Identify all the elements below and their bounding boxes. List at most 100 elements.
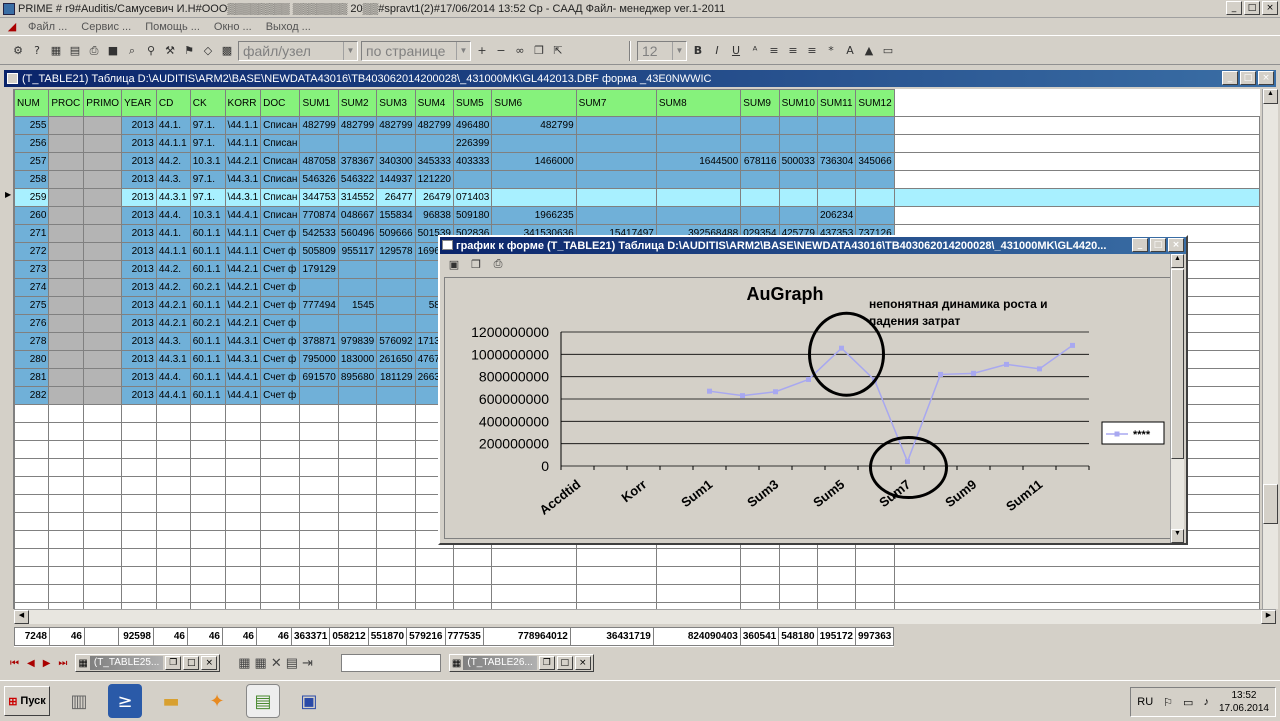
empty-cell[interactable]: [893, 134, 1260, 153]
table-cell[interactable]: \44.3.1: [224, 188, 262, 207]
empty-cell[interactable]: [376, 440, 416, 459]
table-cell[interactable]: [48, 152, 85, 171]
empty-cell[interactable]: [816, 566, 857, 585]
table-row[interactable]: 259 2013 44.3.1 97.1. \44.3.1 Списан 344753 314…: [14, 188, 1260, 207]
empty-cell[interactable]: [337, 440, 378, 459]
table-cell[interactable]: 60.1.1: [189, 368, 226, 387]
minimize-button[interactable]: _: [1226, 1, 1242, 15]
table-cell[interactable]: 44.3.: [155, 170, 191, 189]
empty-cell[interactable]: [121, 404, 157, 423]
empty-cell[interactable]: [337, 404, 378, 423]
minus-icon[interactable]: −: [493, 43, 509, 59]
table-cell[interactable]: [816, 116, 857, 135]
empty-cell[interactable]: [893, 206, 1260, 225]
menu-service[interactable]: Сервис ...: [75, 21, 137, 33]
empty-cell[interactable]: [452, 566, 493, 585]
scroll-right-icon[interactable]: ▶: [1261, 610, 1276, 624]
align-center-icon[interactable]: ≡: [785, 43, 801, 59]
menu-exit[interactable]: Выход ...: [260, 21, 317, 33]
empty-cell[interactable]: [121, 584, 157, 603]
graph-vertical-scrollbar[interactable]: ▲ ▼: [1170, 254, 1184, 543]
scroll-thumb[interactable]: [1171, 269, 1184, 459]
empty-cell[interactable]: [83, 440, 123, 459]
empty-cell[interactable]: [778, 566, 818, 585]
table-cell[interactable]: 60.1.1: [189, 260, 226, 279]
page-combo[interactable]: по странице ▼: [361, 40, 471, 61]
table-cell[interactable]: 2013: [121, 242, 157, 261]
table-cell[interactable]: [299, 314, 339, 333]
column-header-proc[interactable]: PROC: [48, 89, 85, 117]
powershell-icon[interactable]: ≥: [108, 684, 142, 718]
table-row[interactable]: [14, 584, 1260, 603]
menu-window[interactable]: Окно ...: [208, 21, 258, 33]
empty-cell[interactable]: [893, 152, 1260, 171]
empty-cell[interactable]: [155, 530, 191, 549]
table-cell[interactable]: 546326: [299, 170, 339, 189]
table-cell[interactable]: 261650: [376, 350, 416, 369]
empty-cell[interactable]: [121, 476, 157, 495]
table-cell[interactable]: 795000: [299, 350, 339, 369]
column-header-sum2[interactable]: SUM2: [337, 89, 378, 117]
empty-cell[interactable]: [299, 440, 339, 459]
table-cell[interactable]: 44.4.1: [155, 386, 191, 405]
table-cell[interactable]: 505809: [299, 242, 339, 261]
empty-cell[interactable]: [121, 494, 157, 513]
empty-cell[interactable]: [83, 422, 123, 441]
table-cell[interactable]: 206234: [816, 206, 857, 225]
table-cell[interactable]: 2013: [121, 224, 157, 243]
empty-cell[interactable]: [855, 548, 895, 567]
chevron-down-icon[interactable]: ▼: [343, 41, 357, 60]
child-minimize-button[interactable]: _: [1222, 71, 1238, 85]
table-cell[interactable]: [816, 188, 857, 207]
table-cell[interactable]: Списан: [260, 170, 301, 189]
table-cell[interactable]: [376, 278, 416, 297]
settings-icon[interactable]: ⚙: [10, 43, 26, 59]
table-cell[interactable]: [83, 296, 123, 315]
column-header-sum11[interactable]: SUM11: [816, 89, 857, 117]
table-cell[interactable]: [575, 206, 657, 225]
table-cell[interactable]: 26479: [414, 188, 454, 207]
table-row[interactable]: 258 2013 44.3. 97.1. \44.3.1 Списан 546326 5463…: [14, 170, 1260, 189]
table-cell[interactable]: 44.2.: [155, 260, 191, 279]
empty-cell[interactable]: [48, 566, 85, 585]
empty-cell[interactable]: [740, 584, 780, 603]
column-header-sum9[interactable]: SUM9: [740, 89, 780, 117]
table-cell[interactable]: 2013: [121, 134, 157, 153]
table-cell[interactable]: [48, 278, 85, 297]
menu-help[interactable]: Помощь ...: [139, 21, 206, 33]
empty-cell[interactable]: [893, 566, 1260, 585]
table-cell[interactable]: [83, 278, 123, 297]
empty-cell[interactable]: [376, 476, 416, 495]
empty-cell[interactable]: [189, 512, 226, 531]
table-cell[interactable]: \44.2.1: [224, 260, 262, 279]
table-cell[interactable]: 60.1.1: [189, 332, 226, 351]
column-header-sum4[interactable]: SUM4: [414, 89, 454, 117]
empty-cell[interactable]: [155, 422, 191, 441]
table-cell[interactable]: 314552: [337, 188, 378, 207]
empty-cell[interactable]: [224, 440, 262, 459]
empty-cell[interactable]: [299, 530, 339, 549]
table-row[interactable]: 256 2013 44.1.1 97.1. \44.1.1 Списан 226399: [14, 134, 1260, 153]
table-cell[interactable]: 44.2.: [155, 278, 191, 297]
table-cell[interactable]: 777494: [299, 296, 339, 315]
table-cell[interactable]: Счет ф: [260, 260, 301, 279]
font-size-combo[interactable]: 12 ▼: [637, 40, 687, 61]
fill-color-icon[interactable]: ▲: [861, 43, 877, 59]
table-cell[interactable]: [655, 116, 742, 135]
empty-cell[interactable]: [83, 530, 123, 549]
empty-cell[interactable]: [189, 530, 226, 549]
copy-icon[interactable]: ❐: [468, 256, 484, 272]
table-cell[interactable]: [83, 152, 123, 171]
table-cell[interactable]: [48, 260, 85, 279]
copy-icon[interactable]: ❐: [531, 43, 547, 59]
table-cell[interactable]: 2013: [121, 314, 157, 333]
empty-cell[interactable]: [83, 476, 123, 495]
table-cell[interactable]: 2013: [121, 368, 157, 387]
empty-cell[interactable]: [337, 548, 378, 567]
table-cell[interactable]: [48, 296, 85, 315]
table-cell[interactable]: 97.1.: [189, 116, 226, 135]
table-cell[interactable]: [299, 134, 339, 153]
empty-cell[interactable]: [155, 512, 191, 531]
table-cell[interactable]: 509180: [452, 206, 493, 225]
table-cell[interactable]: 255: [14, 116, 50, 135]
